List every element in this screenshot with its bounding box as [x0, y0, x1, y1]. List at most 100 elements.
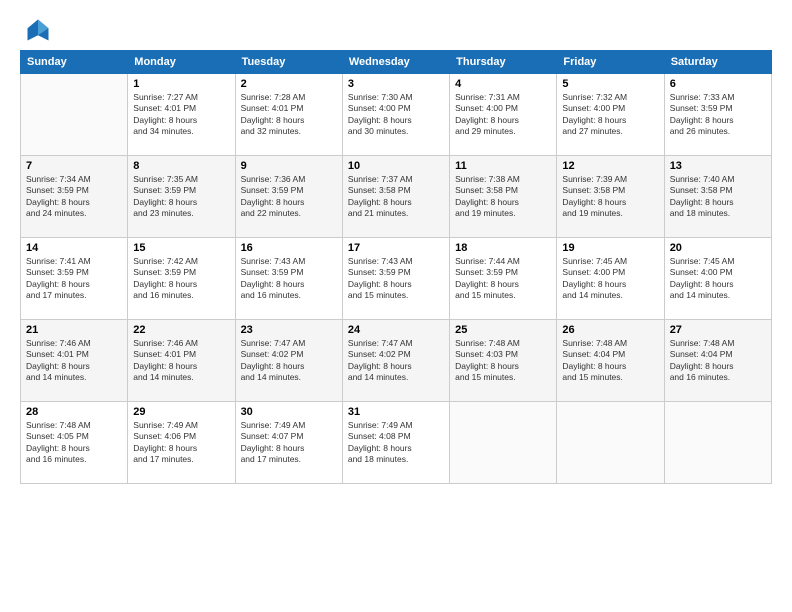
calendar-cell: 9Sunrise: 7:36 AMSunset: 3:59 PMDaylight… — [235, 156, 342, 238]
calendar-week-2: 7 Sunrise: 7:34 AMSunset: 3:59 PMDaylight… — [21, 156, 772, 238]
calendar-week-4: 21Sunrise: 7:46 AMSunset: 4:01 PMDayligh… — [21, 320, 772, 402]
day-number: 10 — [348, 160, 444, 172]
day-number: 14 — [26, 242, 122, 254]
day-header-saturday: Saturday — [664, 51, 771, 74]
calendar-cell: 31 Sunrise: 7:49 AMSunset: 4:08 PMDayligh… — [342, 402, 449, 484]
calendar-cell: 7 Sunrise: 7:34 AMSunset: 3:59 PMDaylight… — [21, 156, 128, 238]
day-info: Sunrise: 7:46 AMSunset: 4:01 PMDaylight:… — [26, 338, 122, 384]
calendar-cell: 28 Sunrise: 7:48 AMSunset: 4:05 PMDayligh… — [21, 402, 128, 484]
calendar-cell — [450, 402, 557, 484]
day-number: 22 — [133, 324, 229, 336]
day-info: Sunrise: 7:37 AMSunset: 3:58 PMDaylight:… — [348, 174, 444, 220]
day-info: Sunrise: 7:41 AMSunset: 3:59 PMDaylight:… — [26, 256, 122, 302]
day-number: 5 — [562, 78, 658, 90]
calendar-table: SundayMondayTuesdayWednesdayThursdayFrid… — [20, 50, 772, 484]
calendar-cell: 8 Sunrise: 7:35 AMSunset: 3:59 PMDaylight… — [128, 156, 235, 238]
day-number: 26 — [562, 324, 658, 336]
day-info: Sunrise: 7:49 AMSunset: 4:07 PMDaylight:… — [241, 420, 337, 466]
day-info: Sunrise: 7:40 AMSunset: 3:58 PMDaylight:… — [670, 174, 766, 220]
day-info: Sunrise: 7:28 AMSunset: 4:01 PMDaylight:… — [241, 92, 337, 138]
calendar-cell: 20 Sunrise: 7:45 AMSunset: 4:00 PMDayligh… — [664, 238, 771, 320]
day-info: Sunrise: 7:33 AMSunset: 3:59 PMDaylight:… — [670, 92, 766, 138]
day-info: Sunrise: 7:49 AMSunset: 4:06 PMDaylight:… — [133, 420, 229, 466]
calendar-header: SundayMondayTuesdayWednesdayThursdayFrid… — [21, 51, 772, 74]
day-number: 2 — [241, 78, 337, 90]
calendar-week-5: 28 Sunrise: 7:48 AMSunset: 4:05 PMDayligh… — [21, 402, 772, 484]
day-info: Sunrise: 7:47 AMSunset: 4:02 PMDaylight:… — [241, 338, 337, 384]
calendar-cell: 22Sunrise: 7:46 AMSunset: 4:01 PMDayligh… — [128, 320, 235, 402]
day-number: 11 — [455, 160, 551, 172]
day-info: Sunrise: 7:48 AMSunset: 4:04 PMDaylight:… — [562, 338, 658, 384]
day-number: 23 — [241, 324, 337, 336]
day-info: Sunrise: 7:39 AMSunset: 3:58 PMDaylight:… — [562, 174, 658, 220]
logo — [20, 16, 52, 40]
day-header-friday: Friday — [557, 51, 664, 74]
day-info: Sunrise: 7:31 AMSunset: 4:00 PMDaylight:… — [455, 92, 551, 138]
calendar-cell: 18Sunrise: 7:44 AMSunset: 3:59 PMDayligh… — [450, 238, 557, 320]
day-info: Sunrise: 7:49 AMSunset: 4:08 PMDaylight:… — [348, 420, 444, 466]
day-info: Sunrise: 7:30 AMSunset: 4:00 PMDaylight:… — [348, 92, 444, 138]
calendar-cell: 16 Sunrise: 7:43 AMSunset: 3:59 PMDayligh… — [235, 238, 342, 320]
day-number: 30 — [241, 406, 337, 418]
calendar-week-1: 1 Sunrise: 7:27 AMSunset: 4:01 PMDaylight… — [21, 74, 772, 156]
calendar-cell: 13 Sunrise: 7:40 AMSunset: 3:58 PMDayligh… — [664, 156, 771, 238]
calendar-cell: 12 Sunrise: 7:39 AMSunset: 3:58 PMDayligh… — [557, 156, 664, 238]
day-info: Sunrise: 7:43 AMSunset: 3:59 PMDaylight:… — [241, 256, 337, 302]
day-info: Sunrise: 7:42 AMSunset: 3:59 PMDaylight:… — [133, 256, 229, 302]
day-info: Sunrise: 7:27 AMSunset: 4:01 PMDaylight:… — [133, 92, 229, 138]
calendar-cell: 21Sunrise: 7:46 AMSunset: 4:01 PMDayligh… — [21, 320, 128, 402]
day-info: Sunrise: 7:45 AMSunset: 4:00 PMDaylight:… — [670, 256, 766, 302]
day-info: Sunrise: 7:34 AMSunset: 3:59 PMDaylight:… — [26, 174, 122, 220]
calendar-cell: 10 Sunrise: 7:37 AMSunset: 3:58 PMDayligh… — [342, 156, 449, 238]
calendar-cell — [557, 402, 664, 484]
day-number: 28 — [26, 406, 122, 418]
calendar-cell — [21, 74, 128, 156]
day-number: 7 — [26, 160, 122, 172]
day-info: Sunrise: 7:43 AMSunset: 3:59 PMDaylight:… — [348, 256, 444, 302]
day-number: 13 — [670, 160, 766, 172]
day-number: 17 — [348, 242, 444, 254]
day-number: 1 — [133, 78, 229, 90]
day-number: 16 — [241, 242, 337, 254]
day-number: 12 — [562, 160, 658, 172]
day-header-sunday: Sunday — [21, 51, 128, 74]
day-number: 15 — [133, 242, 229, 254]
day-number: 8 — [133, 160, 229, 172]
calendar-cell: 2 Sunrise: 7:28 AMSunset: 4:01 PMDaylight… — [235, 74, 342, 156]
calendar-cell: 11Sunrise: 7:38 AMSunset: 3:58 PMDayligh… — [450, 156, 557, 238]
day-number: 18 — [455, 242, 551, 254]
calendar-cell: 15 Sunrise: 7:42 AMSunset: 3:59 PMDayligh… — [128, 238, 235, 320]
day-header-tuesday: Tuesday — [235, 51, 342, 74]
calendar-cell: 1 Sunrise: 7:27 AMSunset: 4:01 PMDaylight… — [128, 74, 235, 156]
day-number: 27 — [670, 324, 766, 336]
calendar-cell: 5Sunrise: 7:32 AMSunset: 4:00 PMDaylight… — [557, 74, 664, 156]
header — [20, 16, 772, 40]
day-info: Sunrise: 7:35 AMSunset: 3:59 PMDaylight:… — [133, 174, 229, 220]
day-number: 29 — [133, 406, 229, 418]
calendar-cell: 26 Sunrise: 7:48 AMSunset: 4:04 PMDayligh… — [557, 320, 664, 402]
day-number: 6 — [670, 78, 766, 90]
day-number: 9 — [241, 160, 337, 172]
calendar-page: SundayMondayTuesdayWednesdayThursdayFrid… — [0, 0, 792, 612]
day-number: 3 — [348, 78, 444, 90]
day-info: Sunrise: 7:47 AMSunset: 4:02 PMDaylight:… — [348, 338, 444, 384]
day-number: 4 — [455, 78, 551, 90]
day-info: Sunrise: 7:45 AMSunset: 4:00 PMDaylight:… — [562, 256, 658, 302]
day-header-thursday: Thursday — [450, 51, 557, 74]
calendar-body: 1 Sunrise: 7:27 AMSunset: 4:01 PMDaylight… — [21, 74, 772, 484]
day-header-wednesday: Wednesday — [342, 51, 449, 74]
day-info: Sunrise: 7:48 AMSunset: 4:04 PMDaylight:… — [670, 338, 766, 384]
calendar-cell: 23 Sunrise: 7:47 AMSunset: 4:02 PMDayligh… — [235, 320, 342, 402]
calendar-cell: 27 Sunrise: 7:48 AMSunset: 4:04 PMDayligh… — [664, 320, 771, 402]
day-info: Sunrise: 7:48 AMSunset: 4:05 PMDaylight:… — [26, 420, 122, 466]
calendar-cell: 24 Sunrise: 7:47 AMSunset: 4:02 PMDayligh… — [342, 320, 449, 402]
calendar-cell: 6 Sunrise: 7:33 AMSunset: 3:59 PMDaylight… — [664, 74, 771, 156]
day-number: 24 — [348, 324, 444, 336]
day-number: 19 — [562, 242, 658, 254]
day-number: 20 — [670, 242, 766, 254]
day-number: 31 — [348, 406, 444, 418]
day-info: Sunrise: 7:48 AMSunset: 4:03 PMDaylight:… — [455, 338, 551, 384]
logo-icon — [24, 16, 52, 44]
calendar-cell: 30 Sunrise: 7:49 AMSunset: 4:07 PMDayligh… — [235, 402, 342, 484]
calendar-cell: 29 Sunrise: 7:49 AMSunset: 4:06 PMDayligh… — [128, 402, 235, 484]
